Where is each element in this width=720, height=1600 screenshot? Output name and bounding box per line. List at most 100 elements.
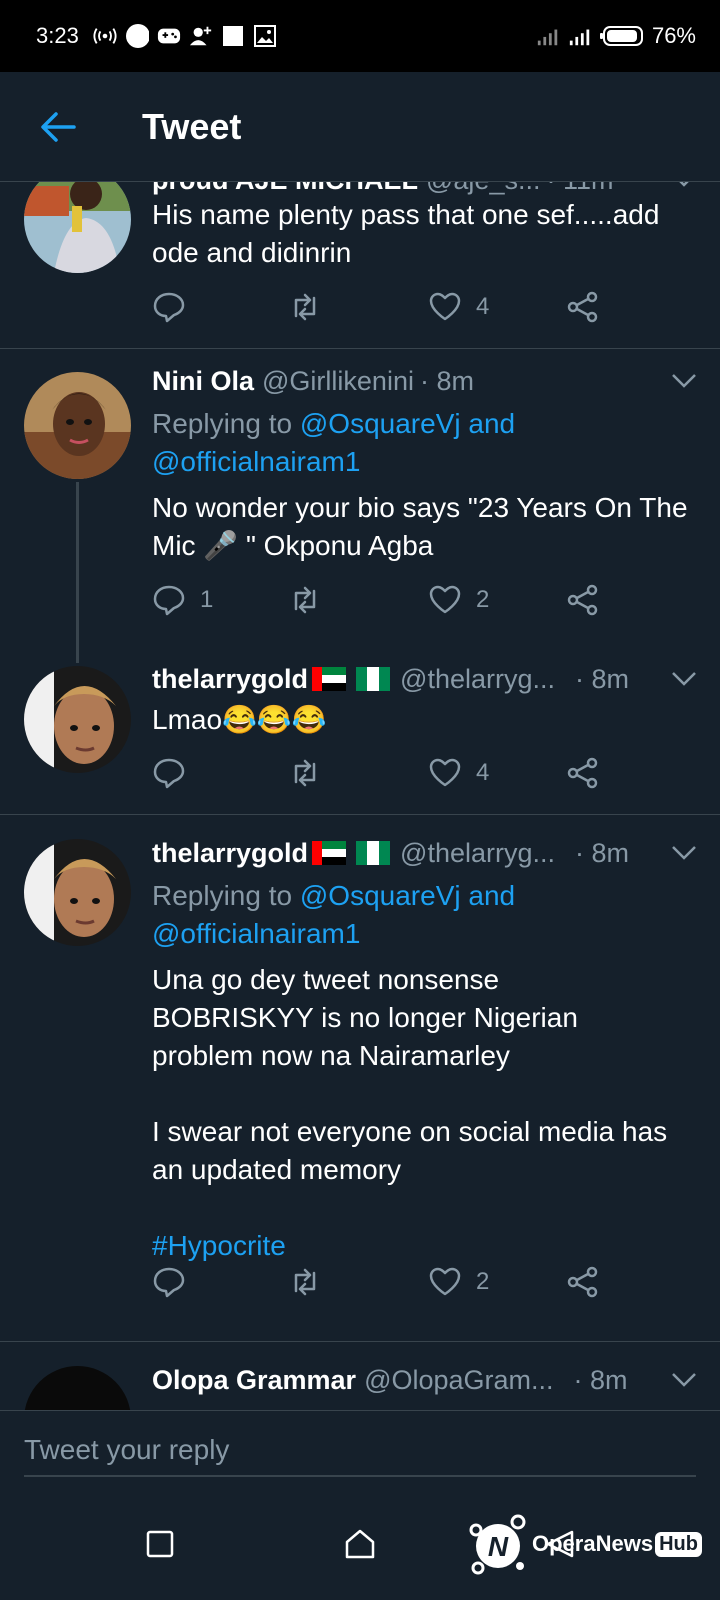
page-title: Tweet [142,105,242,147]
author-name[interactable]: thelarrygold [152,838,308,869]
replying-to: Replying to @OsquareVj and @officialnair… [152,877,700,953]
tweet-text: His name plenty pass that one sef.....ad… [152,199,660,268]
share-button[interactable] [566,756,600,790]
retweet-button[interactable] [288,583,322,617]
reply-button[interactable] [152,756,200,790]
tweet-actions: 1 2 [152,583,652,623]
author-handle[interactable]: @thelarryg... [400,838,555,869]
tweet-time: · 8m [419,365,474,396]
author-handle[interactable]: @Girllikenini [262,366,414,397]
like-button[interactable]: 2 [428,1265,489,1299]
square-icon [146,1530,174,1558]
like-button[interactable]: 2 [428,583,489,617]
tweet-item[interactable]: proud AJE MICHAEL @aje_s... · 11m His na… [0,182,720,348]
image-icon [253,24,277,48]
reply-button[interactable] [152,290,200,324]
battery-percent: 76% [651,23,696,48]
mention-link[interactable]: @OsquareVj and [300,408,515,439]
chevron-down-icon[interactable] [668,663,700,695]
share-button[interactable] [566,290,600,324]
status-time: 3:23 [36,23,79,48]
retweet-button[interactable] [288,290,322,324]
share-button[interactable] [566,1265,600,1299]
tweet-item[interactable]: thelarrygold @thelarryg... · 8m Replying… [0,815,720,1341]
recents-button[interactable] [138,1522,182,1566]
author-handle[interactable]: @thelarryg... [400,664,555,695]
battery-icon [599,24,644,48]
tweet-text: No wonder your bio says "23 Years On The… [152,492,688,561]
operanews-logo-icon: N [469,1514,526,1575]
tweet-paragraph: I swear not everyone on social media has… [152,1116,668,1185]
tweet-item[interactable]: thelarrygold @thelarryg... · 8m Lmao😂😂😂 … [0,649,720,814]
system-nav-bar: N OperaNews Hub [0,1492,720,1600]
like-count: 4 [476,293,490,320]
like-count: 4 [476,759,490,786]
mention-link[interactable]: @officialnairam1 [152,918,360,949]
home-icon [345,1529,375,1559]
avatar[interactable] [24,182,131,273]
status-system-icons: 76% [536,23,696,49]
author-handle[interactable]: @aje_s... [426,182,540,196]
share-icon [567,1266,598,1298]
tweet-text: Una go dey tweet nonsense BOBRISKYY is n… [152,961,700,1265]
mention-link[interactable]: @officialnairam1 [152,446,360,477]
retweet-icon [294,759,316,787]
share-icon [567,291,598,323]
hotspot-icon [93,24,117,48]
tweet-time: · 11m [546,182,613,196]
tweet-actions: 4 [152,756,652,796]
reply-icon [153,758,185,789]
reply-bar [0,1410,720,1492]
heart-icon [429,758,461,787]
replying-to: Replying to @OsquareVj and @officialnair… [152,405,700,481]
like-button[interactable]: 4 [428,290,489,324]
retweet-icon [294,293,316,321]
reply-button[interactable]: 1 [152,583,213,617]
author-name[interactable]: proud AJE MICHAEL [152,182,418,196]
tweet-item[interactable]: Olopa Grammar @OlopaGram... · 8m [0,1342,720,1410]
uae-flag-icon [312,667,347,691]
heart-icon [429,1267,461,1296]
signal-icon [536,24,560,48]
svg-text:N: N [488,1531,509,1562]
gamepad-icon [157,24,181,48]
reply-input[interactable] [24,1425,696,1477]
thread-line [76,482,79,663]
circle-notification-icon [125,24,149,48]
like-count: 2 [476,1268,490,1295]
hashtag-link[interactable]: #Hypocrite [152,1227,700,1265]
tweet-header: thelarrygold @thelarryg... · 8m [152,837,700,869]
reply-icon [153,1267,185,1298]
reply-button[interactable] [152,1265,200,1299]
author-name[interactable]: thelarrygold [152,664,308,695]
retweet-button[interactable] [288,756,322,790]
nigeria-flag-icon [356,667,391,691]
tweet-item[interactable]: Nini Ola @Girllikenini · 8m Replying to … [0,349,720,663]
avatar[interactable] [24,839,131,946]
heart-icon [429,585,461,614]
tweet-feed[interactable]: proud AJE MICHAEL @aje_s... · 11m His na… [0,182,720,1410]
back-button[interactable] [28,97,88,157]
avatar[interactable] [24,1366,131,1410]
tweet-text: Lmao😂😂😂 [152,704,327,735]
uae-flag-icon [312,841,347,865]
share-button[interactable] [566,583,600,617]
like-button[interactable]: 4 [428,756,489,790]
chevron-down-icon[interactable] [668,837,700,869]
home-button[interactable] [338,1522,382,1566]
chevron-down-icon[interactable] [668,365,700,397]
retweet-button[interactable] [288,1265,322,1299]
mention-link[interactable]: @OsquareVj and [300,880,515,911]
tweet-actions: 4 [152,290,652,330]
avatar[interactable] [24,372,131,479]
tweet-time: · 8m [573,1364,628,1395]
author-name[interactable]: Olopa Grammar [152,1365,356,1396]
avatar[interactable] [24,666,131,773]
author-handle[interactable]: @OlopaGram... [364,1365,553,1396]
chevron-down-icon[interactable] [668,1364,700,1396]
like-count: 2 [476,586,490,613]
author-name[interactable]: Nini Ola [152,366,254,397]
chevron-down-icon[interactable] [668,182,700,196]
tweet-header: thelarrygold @thelarryg... · 8m [152,663,700,695]
signal-icon [568,24,592,48]
